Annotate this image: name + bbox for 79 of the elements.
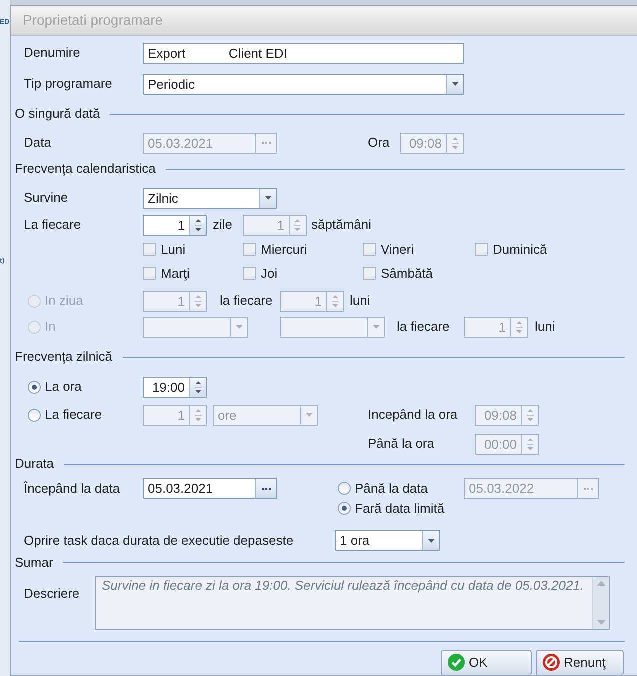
checkbox[interactable] (243, 243, 256, 256)
checkbox[interactable] (363, 267, 376, 280)
field-label: La fiecare (24, 216, 82, 234)
checkbox-label: Miercuri (261, 240, 308, 259)
field-label: Descriere (24, 586, 80, 600)
ok-button[interactable]: OK (441, 650, 532, 676)
dropdown-arrow-icon (236, 325, 242, 329)
radio-button[interactable] (28, 408, 41, 422)
spin-arrows-icon (452, 136, 458, 150)
radio-label: Până la data (355, 480, 428, 498)
date-picker-button[interactable] (255, 479, 276, 498)
spin-arrows-icon (516, 320, 522, 334)
checkbox-label: Sâmbătă (381, 264, 434, 283)
checkbox-label: Marţi (161, 264, 190, 283)
section-title: Durata (15, 455, 54, 474)
spin-arrows-icon (526, 408, 534, 422)
checkbox[interactable] (475, 243, 488, 256)
dropdown-arrow-icon (306, 413, 312, 417)
field-label: Până la ora (368, 435, 436, 454)
field-label: Data (24, 134, 52, 152)
dropdown[interactable]: 1 ora (335, 530, 440, 551)
spin-box[interactable]: 1 (143, 214, 207, 236)
radio-button[interactable] (28, 380, 41, 394)
radio-label: In ziua (45, 292, 84, 310)
scroll-down-icon (596, 620, 606, 624)
unit-label: luni (350, 292, 370, 310)
cancel-button[interactable]: Renunţ (536, 650, 624, 676)
checkbox[interactable] (143, 267, 156, 280)
description-field[interactable]: Survine in fiecare zi la ora 19:00. Serviciul rulează începând cu data de 05.03.2021. (95, 576, 610, 630)
text-field[interactable]: Export Client EDI (143, 42, 464, 64)
spin-arrows-icon (294, 218, 302, 232)
date-field[interactable]: 05.03.2021 (143, 478, 277, 499)
checkbox[interactable] (243, 267, 256, 280)
unit-label: zile (213, 216, 233, 234)
radio-label: In (45, 318, 56, 336)
radio-button[interactable] (338, 502, 351, 516)
checkbox[interactable] (143, 243, 156, 256)
dropdown[interactable]: Periodic (143, 74, 464, 94)
field-label: la fiecare (220, 292, 274, 310)
section-title: Frecvenţa calendaristica (15, 160, 156, 178)
spin-arrows-icon (194, 408, 202, 422)
radio-label: Fară data limită (355, 500, 445, 518)
dropdown-arrow-icon (452, 82, 458, 86)
unit-label: săptămâni (312, 216, 372, 234)
scroll-up-icon (596, 580, 606, 586)
section-title: Frecvenţa zilnică (15, 348, 113, 366)
radio-label: La fiecare (45, 406, 102, 424)
dropdown[interactable]: Zilnic (143, 188, 277, 208)
radio-button[interactable] (338, 482, 351, 495)
field-label: Tip programare (24, 75, 114, 94)
field-label: Oprire task daca durata de executie depaseste (24, 532, 295, 550)
checkbox-label: Joi (261, 264, 278, 283)
spin-arrows-icon (526, 436, 534, 452)
checkbox-label: Luni (161, 240, 186, 259)
check-icon (448, 654, 465, 671)
section-title: O singură dată (15, 105, 100, 124)
no-entry-icon (543, 654, 560, 671)
field-label: Începând la data (24, 480, 122, 498)
field-label: Incepând la ora (368, 406, 459, 424)
field-label: la fiecare (397, 318, 451, 336)
checkbox[interactable] (363, 243, 376, 256)
dropdown-arrow-icon (264, 196, 272, 200)
dropdown-arrow-icon (372, 325, 380, 329)
spin-arrows-icon (194, 380, 202, 394)
spin-arrows-icon (332, 294, 338, 308)
field-label: Denumire (24, 44, 82, 62)
spin-box[interactable]: 19:00 (143, 376, 207, 398)
spin-arrows-icon (194, 218, 202, 232)
section-title: Sumar (15, 554, 54, 572)
spin-arrows-icon (194, 294, 202, 308)
unit-label: luni (535, 318, 556, 336)
scrollbar[interactable] (592, 576, 609, 628)
checkbox-label: Vineri (381, 240, 414, 259)
radio-label: La ora (45, 378, 82, 396)
field-label: Survine (24, 189, 70, 208)
field-label: Ora (368, 134, 391, 152)
window-title: Proprietati programare (23, 11, 164, 30)
checkbox-label: Duminică (493, 240, 548, 259)
dropdown-arrow-icon (428, 538, 434, 542)
